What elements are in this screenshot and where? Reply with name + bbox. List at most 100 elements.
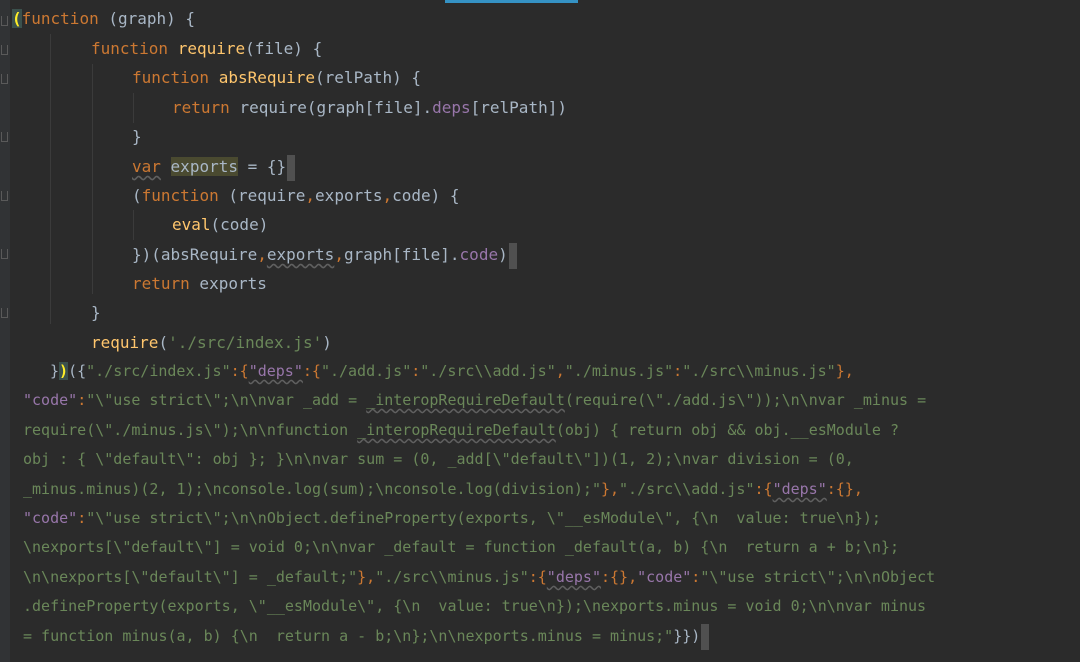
fold-marker-icon[interactable] [1, 16, 8, 26]
code-token: (graph) { [98, 9, 196, 28]
code-token: function [21, 9, 99, 28]
code-token: :{ [230, 362, 249, 380]
code-token: "./src/index.js" [86, 362, 231, 380]
code-token: function [132, 68, 210, 87]
code-line[interactable]: "code":"\"use strict\";\n\nObject.define… [23, 504, 881, 533]
code-token: : [77, 509, 87, 527]
code-line[interactable]: \n\nexports[\"default\"] = _default;"},"… [23, 563, 935, 592]
fold-marker-icon[interactable] [1, 308, 8, 318]
code-token: : [77, 391, 87, 409]
code-token: var [132, 157, 161, 176]
fold-marker-icon[interactable] [1, 74, 8, 84]
code-line[interactable]: obj : { \"default\": obj }; }\n\nvar sum… [23, 445, 854, 474]
code-token: })(absRequire [132, 245, 258, 264]
code-token: } [91, 303, 101, 322]
code-token: (obj) { return obj && obj.__esModule ? [555, 421, 899, 439]
code-line[interactable]: })({"./src/index.js":{"deps":{"./add.js"… [50, 357, 854, 386]
code-token: (require [218, 186, 306, 205]
fold-marker-icon[interactable] [1, 45, 8, 55]
code-token: "code" [23, 509, 78, 527]
code-token: function [141, 186, 219, 205]
code-line[interactable]: eval(code) [172, 210, 268, 239]
code-token: graph[file]. [343, 245, 460, 264]
code-token: ({ [68, 362, 87, 380]
code-editor[interactable]: (function (graph) { function require(fil… [0, 0, 1080, 662]
code-token: "\"use strict\";\n\nObject.definePropert… [86, 509, 881, 527]
code-line[interactable]: (function (graph) { [12, 4, 195, 33]
code-token: }, [835, 362, 854, 380]
code-token: :{ [754, 480, 773, 498]
code-token: :{}, [600, 568, 638, 586]
fold-marker-icon[interactable] [1, 249, 8, 259]
code-token: "./src\\minus.js" [375, 568, 529, 586]
code-token: : [691, 568, 701, 586]
code-token: .defineProperty(exports, \"__esModule\",… [23, 597, 927, 615]
indent-guide [50, 34, 51, 324]
code-token: :{}, [826, 480, 863, 498]
code-line[interactable]: })(absRequire,exports,graph[file].code) [132, 240, 517, 269]
code-token: ) [498, 245, 508, 264]
code-token: return [172, 98, 230, 117]
scroll-indicator[interactable] [445, 0, 578, 3]
code-token: } [50, 362, 60, 380]
code-line[interactable]: (function (require,exports,code) { [132, 181, 460, 210]
code-line[interactable]: return exports [132, 269, 267, 298]
indent-guide [133, 93, 134, 123]
code-line[interactable]: function require(file) { [91, 34, 322, 63]
code-line[interactable]: } [132, 122, 142, 151]
code-token: (require(\"./add.js\"));\n\nvar _minus = [564, 391, 927, 409]
code-token: ) [59, 362, 69, 380]
code-token: require [239, 98, 307, 117]
code-token: \n\nexports[\"default\"] = _default;" [23, 568, 358, 586]
code-token: \nexports[\"default\"] = void 0;\n\nvar … [23, 538, 899, 556]
code-line[interactable]: \nexports[\"default\"] = void 0;\n\nvar … [23, 533, 899, 562]
fold-marker-icon[interactable] [1, 132, 8, 142]
code-line[interactable]: _minus.minus)(2, 1);\nconsole.log(sum);\… [23, 475, 863, 504]
code-token: , [257, 245, 267, 264]
code-token: , [555, 362, 565, 380]
code-line[interactable]: function absRequire(relPath) { [132, 63, 421, 92]
code-line[interactable]: require('./src/index.js') [91, 328, 332, 357]
code-token: _interopRequireDefault [357, 421, 556, 439]
code-token: return [132, 274, 190, 293]
code-token: exports [189, 274, 267, 293]
code-token: [relPath]) [470, 98, 567, 117]
code-line[interactable]: .defineProperty(exports, \"__esModule\",… [23, 592, 926, 621]
code-token: deps [432, 98, 471, 117]
code-token: "code" [23, 391, 78, 409]
code-token: absRequire [218, 68, 316, 87]
code-token: }, [600, 480, 620, 498]
code-token: (file) { [245, 39, 323, 58]
code-token: }}) [673, 627, 701, 645]
code-token: , [334, 245, 344, 264]
code-token: exports [315, 186, 383, 205]
code-token: "./src\\add.js" [619, 480, 755, 498]
code-token: , [382, 186, 393, 205]
gutter [0, 0, 10, 662]
code-token: = {} [237, 157, 287, 176]
code-token: "deps" [546, 568, 601, 586]
code-line[interactable]: return require(graph[file].deps[relPath]… [172, 93, 567, 122]
code-line[interactable]: "code":"\"use strict\";\n\nvar _add = _i… [23, 386, 926, 415]
code-token: require [91, 333, 159, 352]
code-token: code [459, 245, 499, 264]
fold-marker-icon[interactable] [1, 191, 8, 201]
code-line[interactable]: require(\"./minus.js\");\n\nfunction _in… [23, 416, 899, 445]
code-token: "code" [637, 568, 692, 586]
code-token: exports [170, 157, 238, 176]
code-token: "./src\\minus.js" [682, 362, 836, 380]
code-token: "\"use strict\";\n\nvar _add = [86, 391, 367, 409]
code-token: require(\"./minus.js\");\n\nfunction [23, 421, 358, 439]
indent-guide [133, 210, 134, 240]
code-token: require [177, 39, 246, 58]
code-token: (graph[file]. [306, 98, 433, 117]
code-token: , [305, 186, 316, 205]
code-line[interactable]: } [91, 298, 101, 327]
code-token: = function minus(a, b) {\n return a - b;… [23, 627, 674, 645]
code-line[interactable]: var exports = {} [132, 152, 296, 181]
code-token: "./add.js" [320, 362, 412, 380]
code-token: } [132, 127, 142, 146]
code-token: (code) [210, 215, 269, 234]
code-line[interactable]: = function minus(a, b) {\n return a - b;… [23, 622, 710, 651]
